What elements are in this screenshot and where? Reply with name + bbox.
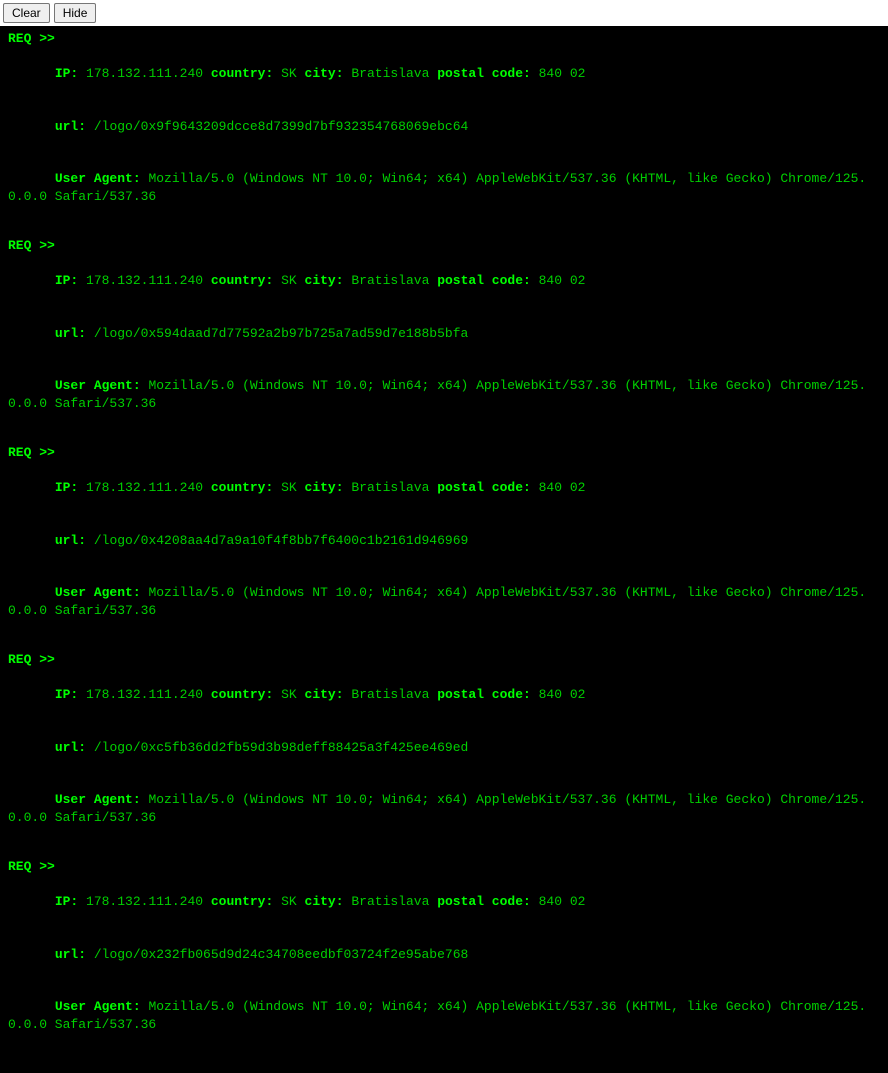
city-value: Bratislava (351, 273, 429, 288)
postal-label: postal code: (437, 894, 531, 909)
city-label: city: (305, 480, 344, 495)
country-label: country: (211, 894, 273, 909)
country-value: SK (281, 480, 297, 495)
log-entry: REQ >> IP: 178.132.111.240 country: SK c… (8, 444, 880, 637)
ip-value: 178.132.111.240 (86, 480, 203, 495)
postal-value: 840 02 (539, 894, 586, 909)
url-label: url: (55, 740, 86, 755)
log-area: REQ >> IP: 178.132.111.240 country: SK c… (0, 26, 888, 1073)
postal-value: 840 02 (539, 273, 586, 288)
url-value: /logo/0xc5fb36dd2fb59d3b98deff88425a3f42… (94, 740, 468, 755)
country-value: SK (281, 894, 297, 909)
city-label: city: (305, 687, 344, 702)
req-marker: REQ >> (8, 859, 55, 874)
log-entry: REQ >> IP: 178.132.111.240 country: SK c… (8, 858, 880, 1051)
log-entry: REQ >> IP: 178.132.111.240 country: SK c… (8, 30, 880, 223)
clear-button[interactable]: Clear (3, 3, 50, 23)
url-value: /logo/0x594daad7d77592a2b97b725a7ad59d7e… (94, 326, 468, 341)
city-value: Bratislava (351, 480, 429, 495)
postal-label: postal code: (437, 273, 531, 288)
hide-button[interactable]: Hide (54, 3, 97, 23)
ip-value: 178.132.111.240 (86, 894, 203, 909)
ip-label: IP: (55, 66, 78, 81)
country-label: country: (211, 273, 273, 288)
city-label: city: (305, 66, 344, 81)
city-value: Bratislava (351, 687, 429, 702)
city-value: Bratislava (351, 894, 429, 909)
req-marker: REQ >> (8, 31, 55, 46)
user-agent-label: User Agent: (55, 999, 141, 1014)
postal-label: postal code: (437, 66, 531, 81)
req-marker: REQ >> (8, 445, 55, 460)
log-entry: REQ >> IP: 178.132.111.240 country: SK c… (8, 237, 880, 430)
postal-label: postal code: (437, 687, 531, 702)
ip-label: IP: (55, 687, 78, 702)
postal-value: 840 02 (539, 66, 586, 81)
req-marker: REQ >> (8, 238, 55, 253)
url-label: url: (55, 947, 86, 962)
country-value: SK (281, 66, 297, 81)
url-label: url: (55, 533, 86, 548)
url-label: url: (55, 326, 86, 341)
toolbar: Clear Hide (0, 0, 888, 26)
log-entry: REQ >> IP: 178.132.111.240 country: SK c… (8, 651, 880, 844)
ip-label: IP: (55, 273, 78, 288)
country-value: SK (281, 687, 297, 702)
user-agent-label: User Agent: (55, 378, 141, 393)
url-label: url: (55, 119, 86, 134)
url-value: /logo/0x4208aa4d7a9a10f4f8bb7f6400c1b216… (94, 533, 468, 548)
ip-value: 178.132.111.240 (86, 66, 203, 81)
country-label: country: (211, 687, 273, 702)
req-marker: REQ >> (8, 652, 55, 667)
country-value: SK (281, 273, 297, 288)
postal-value: 840 02 (539, 480, 586, 495)
city-value: Bratislava (351, 66, 429, 81)
user-agent-label: User Agent: (55, 792, 141, 807)
ip-label: IP: (55, 894, 78, 909)
country-label: country: (211, 480, 273, 495)
city-label: city: (305, 273, 344, 288)
url-value: /logo/0x9f9643209dcce8d7399d7bf932354768… (94, 119, 468, 134)
country-label: country: (211, 66, 273, 81)
postal-value: 840 02 (539, 687, 586, 702)
url-value: /logo/0x232fb065d9d24c34708eedbf03724f2e… (94, 947, 468, 962)
city-label: city: (305, 894, 344, 909)
user-agent-label: User Agent: (55, 585, 141, 600)
ip-label: IP: (55, 480, 78, 495)
ip-value: 178.132.111.240 (86, 273, 203, 288)
ip-value: 178.132.111.240 (86, 687, 203, 702)
postal-label: postal code: (437, 480, 531, 495)
user-agent-label: User Agent: (55, 171, 141, 186)
